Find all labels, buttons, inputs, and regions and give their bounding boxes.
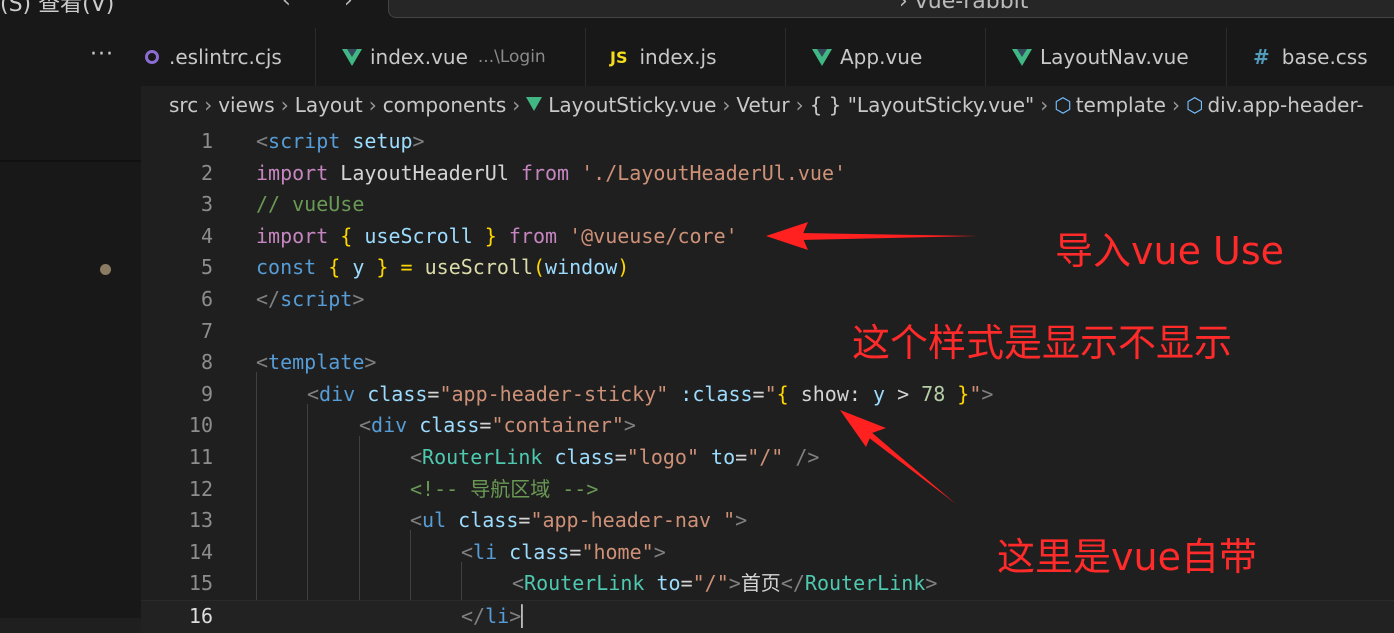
- annotation-text: 导入vue Use: [1055, 229, 1285, 273]
- arrow-2: [840, 410, 956, 504]
- annotation-text: 这里是vue自带: [997, 535, 1257, 579]
- arrow-1: [766, 222, 978, 250]
- annotation-text: 这个样式是显示不显示: [852, 321, 1233, 365]
